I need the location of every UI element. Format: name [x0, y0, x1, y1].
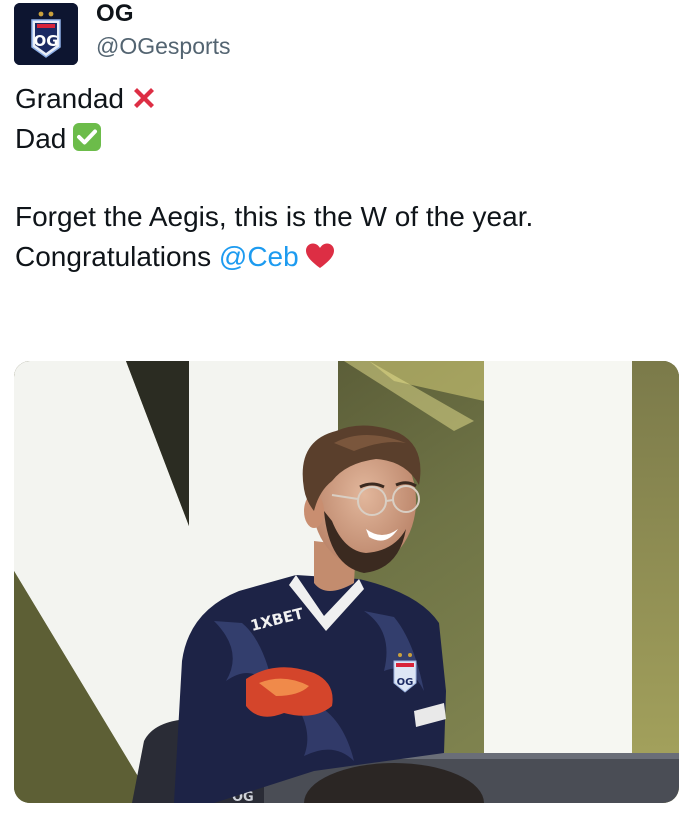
tweet-text-congratulations: Congratulations — [15, 241, 219, 272]
tweet[interactable]: OG OG @OGesports Grandad Dad Forget the … — [0, 0, 690, 814]
red-heart-icon — [305, 242, 335, 278]
author-avatar[interactable]: OG — [14, 3, 78, 65]
tweet-text-dad: Dad — [15, 123, 67, 154]
tweet-line-4: Congratulations @Ceb — [15, 240, 335, 278]
author-name[interactable]: OG — [96, 0, 134, 28]
jersey-logo-text: OG — [397, 677, 414, 688]
check-mark-button-icon — [72, 122, 102, 160]
tweet-text-grandad: Grandad — [15, 83, 124, 114]
avatar-logo-text: OG — [33, 32, 58, 50]
author-handle[interactable]: @OGesports — [96, 33, 231, 60]
mention-link[interactable]: @Ceb — [219, 241, 299, 272]
tweet-line-3: Forget the Aegis, this is the W of the y… — [15, 201, 534, 232]
player-photo-image: OG 1XBET OG — [14, 361, 679, 803]
cross-mark-icon — [130, 84, 158, 120]
tweet-line-1: Grandad — [15, 82, 158, 120]
tweet-photo[interactable]: OG 1XBET OG — [14, 361, 679, 803]
og-logo-icon: OG — [14, 3, 78, 65]
tweet-line-2: Dad — [15, 122, 102, 160]
